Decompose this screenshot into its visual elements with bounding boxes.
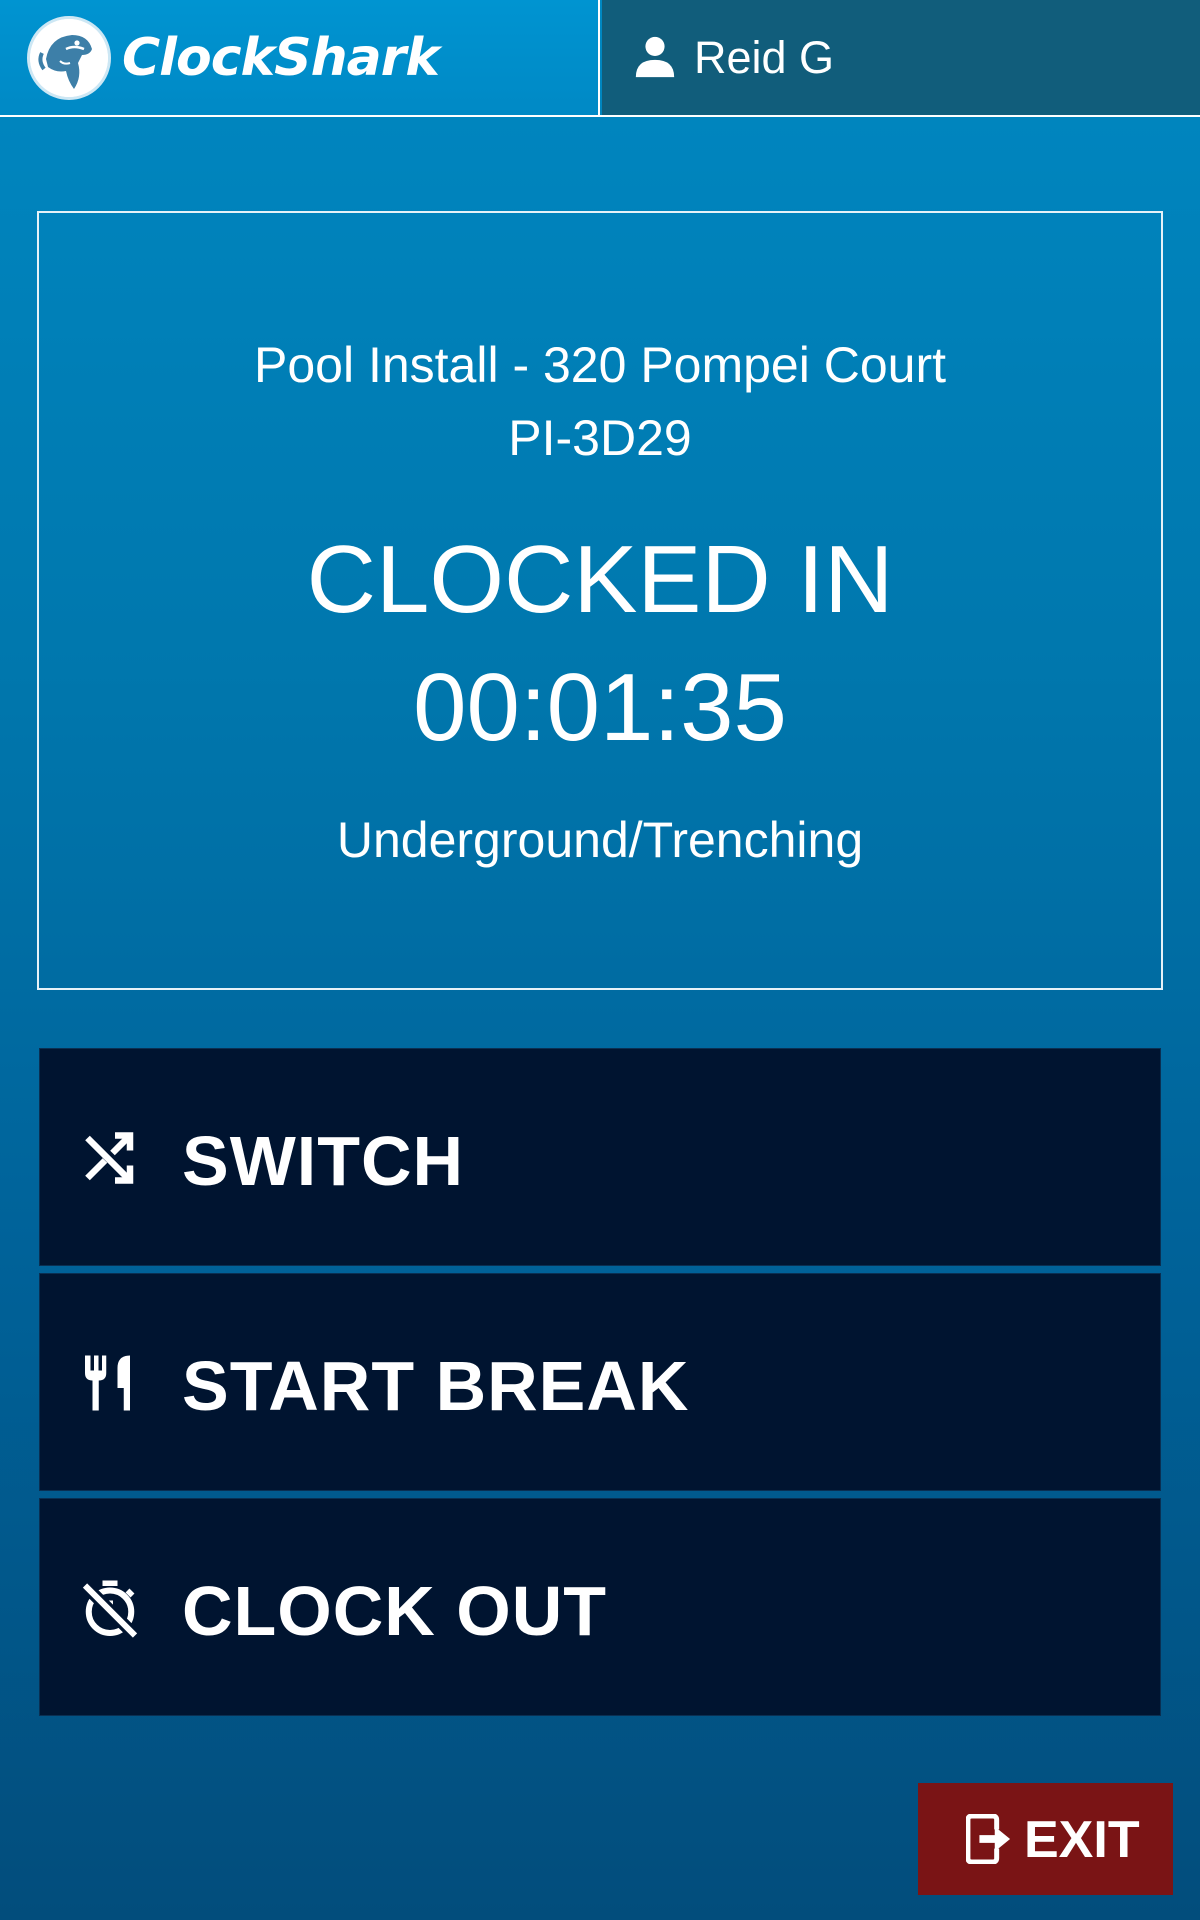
shuffle-icon	[85, 1132, 134, 1184]
timer-off-icon	[80, 1580, 140, 1638]
shark-logo-icon	[27, 16, 111, 100]
start-break-button[interactable]: START BREAK	[39, 1273, 1161, 1491]
user-icon	[635, 36, 675, 78]
task-name: Underground/Trenching	[336, 812, 864, 868]
exit-icon	[966, 1814, 1011, 1864]
brand-area: ClockShark	[0, 0, 600, 115]
clock-status-panel: Pool Install - 320 Pompei Court PI-3D29 …	[37, 211, 1163, 990]
exit-button[interactable]: EXIT	[918, 1783, 1173, 1895]
start-break-label: START BREAK	[182, 1347, 690, 1425]
job-name: Pool Install - 320 Pompei Court	[253, 337, 947, 393]
user-menu[interactable]: Reid G	[602, 0, 1200, 115]
switch-button[interactable]: SWITCH	[39, 1048, 1161, 1266]
clock-out-button[interactable]: CLOCK OUT	[39, 1498, 1161, 1716]
app-header: ClockShark Reid G	[0, 0, 1200, 117]
clock-out-label: CLOCK OUT	[182, 1572, 608, 1650]
brand-name: ClockShark	[122, 28, 440, 88]
switch-label: SWITCH	[182, 1122, 465, 1200]
exit-label: EXIT	[1024, 1811, 1140, 1869]
user-name: Reid G	[694, 32, 835, 83]
fork-knife-icon	[85, 1355, 130, 1411]
clock-status: CLOCKED IN	[306, 526, 894, 633]
job-code: PI-3D29	[508, 410, 692, 466]
elapsed-timer: 00:01:35	[413, 654, 787, 761]
